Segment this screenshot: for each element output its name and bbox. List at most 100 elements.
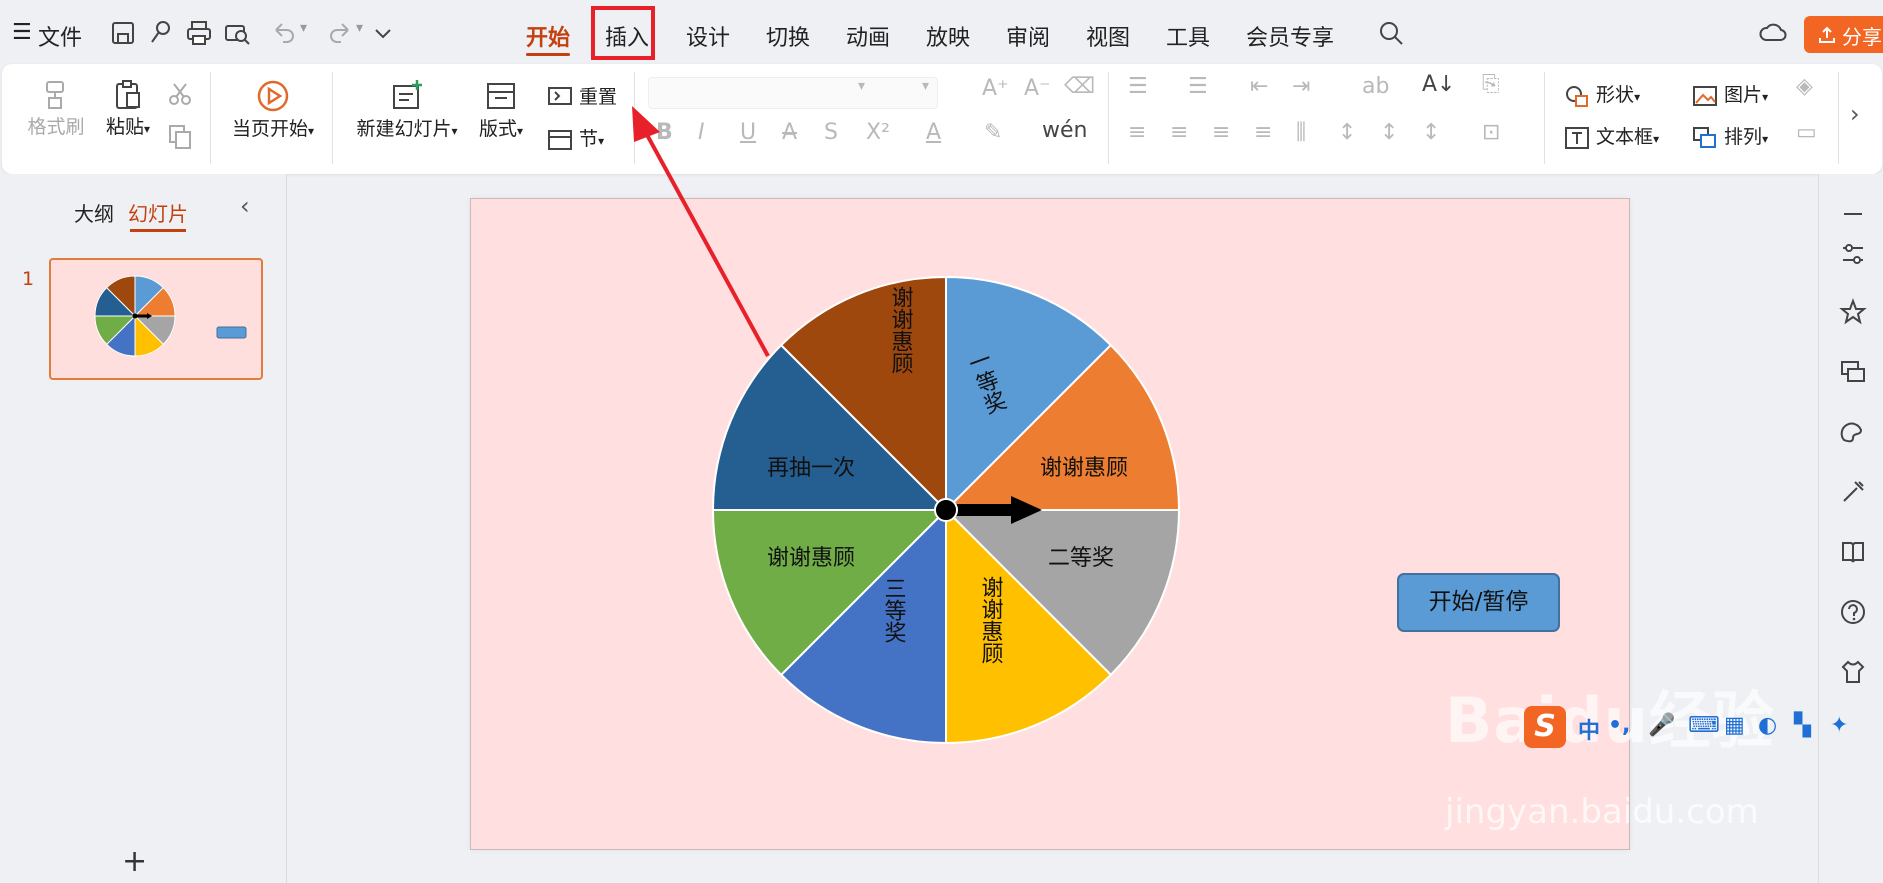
convert-icon[interactable]: ⎘ xyxy=(1482,72,1500,97)
comment-icon[interactable] xyxy=(1839,358,1867,386)
grid-menu-icon[interactable]: ▚ xyxy=(1794,713,1811,738)
paste-button[interactable]: 粘贴▾ xyxy=(98,78,158,139)
text-box-align-icon[interactable]: ⊡ xyxy=(1482,120,1500,145)
calendar-icon[interactable]: ▦ xyxy=(1724,713,1745,738)
tab-transition[interactable]: 切换 xyxy=(766,20,810,52)
cut-icon[interactable] xyxy=(166,80,194,108)
start-pause-button[interactable]: 开始/暂停 xyxy=(1397,573,1560,632)
add-slide-icon[interactable]: + xyxy=(122,844,147,879)
format-painter-icon xyxy=(46,81,64,109)
share-link-icon[interactable] xyxy=(146,18,176,48)
picture-button[interactable]: 图片▾ xyxy=(1692,80,1768,108)
redo-dropdown-icon[interactable]: ▾ xyxy=(356,20,363,36)
sogou-logo-icon[interactable]: S xyxy=(1524,706,1566,748)
undo-icon[interactable] xyxy=(268,18,298,48)
font-name-dropdown-icon[interactable]: ▾ xyxy=(858,78,865,94)
bullet-list-icon[interactable]: ☰ xyxy=(1128,74,1148,99)
collapse-panel-icon[interactable]: ‹ xyxy=(240,192,250,220)
tools-icon[interactable] xyxy=(1839,478,1867,506)
justify-icon[interactable]: ≡ xyxy=(1254,120,1272,145)
tab-view[interactable]: 视图 xyxy=(1086,20,1130,52)
print-preview-icon[interactable] xyxy=(222,18,252,48)
font-size-dropdown-icon[interactable]: ▾ xyxy=(922,78,929,94)
increase-font-icon[interactable]: A⁺ xyxy=(982,76,1009,101)
tab-tools[interactable]: 工具 xyxy=(1166,20,1210,52)
outline-icon[interactable]: ▭ xyxy=(1796,120,1817,145)
shape-label: 形状 xyxy=(1596,84,1635,106)
search-icon[interactable] xyxy=(1376,18,1406,48)
reset-button[interactable]: 重置 xyxy=(547,82,617,110)
ribbon-separator xyxy=(1108,72,1109,164)
tab-review[interactable]: 审阅 xyxy=(1006,20,1050,52)
ime-punctuation-icon[interactable]: •, xyxy=(1608,713,1630,738)
file-menu[interactable]: 文件 xyxy=(38,20,82,52)
paragraph-spacing-icon[interactable]: ↕ xyxy=(1380,120,1398,145)
arrange-label: 排列 xyxy=(1724,126,1763,148)
picture-label: 图片 xyxy=(1724,84,1763,106)
share-button[interactable]: 分享 xyxy=(1804,16,1883,53)
distribute-icon[interactable]: ⫼ xyxy=(1296,120,1306,145)
print-icon[interactable] xyxy=(184,18,214,48)
align-right-icon[interactable]: ≡ xyxy=(1212,120,1230,145)
phonetic-icon[interactable]: wén xyxy=(1042,118,1087,143)
shadow-text-icon[interactable]: S xyxy=(824,120,838,145)
slide-thumbnail[interactable] xyxy=(49,258,263,380)
decrease-font-icon[interactable]: A⁻ xyxy=(1024,76,1051,101)
wheel-label-thanks-2: 谢谢惠顾 xyxy=(979,576,1004,664)
wheel-label-thanks-4: 谢谢惠顾 xyxy=(889,286,914,374)
section-label: 节 xyxy=(579,128,599,150)
settings-icon[interactable]: ✦ xyxy=(1830,713,1848,738)
strikethrough-icon[interactable]: A xyxy=(782,120,797,145)
arrange-button[interactable]: 排列▾ xyxy=(1692,122,1768,150)
ribbon-expand-icon[interactable]: › xyxy=(1850,100,1860,128)
tab-member[interactable]: 会员专享 xyxy=(1246,20,1334,52)
shape-button[interactable]: 形状▾ xyxy=(1564,80,1640,108)
increase-indent-icon[interactable]: ⇥ xyxy=(1292,74,1310,99)
highlight-icon[interactable]: ✎ xyxy=(984,120,1002,145)
line-spacing-icon[interactable]: ↕ xyxy=(1338,120,1356,145)
more-chevron-icon[interactable] xyxy=(368,18,398,48)
keyboard-icon[interactable]: ⌨ xyxy=(1688,713,1720,738)
tab-slides[interactable]: 幻灯片 xyxy=(128,198,188,232)
help-icon[interactable] xyxy=(1839,598,1867,626)
copy-icon[interactable] xyxy=(166,122,194,150)
tab-animation[interactable]: 动画 xyxy=(846,20,890,52)
font-color-icon[interactable]: A xyxy=(926,120,941,145)
new-slide-label: 新建幻灯片 xyxy=(356,118,452,140)
new-slide-button[interactable]: 新建幻灯片▾ xyxy=(352,78,462,141)
text-direction-icon[interactable]: ab xyxy=(1362,74,1389,99)
star-icon[interactable] xyxy=(1839,298,1867,326)
vertical-align-icon[interactable]: ↕ xyxy=(1422,120,1440,145)
book-icon[interactable] xyxy=(1839,538,1867,566)
ime-mode[interactable]: 中 xyxy=(1578,713,1600,745)
tab-outline[interactable]: 大纲 xyxy=(74,198,114,227)
fill-icon[interactable]: ◈ xyxy=(1796,74,1813,99)
undo-dropdown-icon[interactable]: ▾ xyxy=(300,20,307,36)
tab-slideshow[interactable]: 放映 xyxy=(926,20,970,52)
shirt-icon[interactable] xyxy=(1839,658,1867,686)
start-from-current-button[interactable]: 当页开始▾ xyxy=(228,78,318,141)
align-left-icon[interactable]: ≡ xyxy=(1128,120,1146,145)
minimize-icon[interactable] xyxy=(1839,200,1867,228)
redo-icon[interactable] xyxy=(326,18,356,48)
textbox-button[interactable]: 文本框▾ xyxy=(1564,122,1659,150)
clear-format-icon[interactable]: ⌫ xyxy=(1064,74,1095,99)
format-painter-button[interactable]: 格式刷 xyxy=(26,78,86,139)
tab-design[interactable]: 设计 xyxy=(686,20,730,52)
superscript-icon[interactable]: X² xyxy=(866,120,890,145)
numbered-list-icon[interactable]: ☰ xyxy=(1188,74,1208,99)
align-center-icon[interactable]: ≡ xyxy=(1170,120,1188,145)
menu-icon[interactable]: ☰ xyxy=(12,20,32,45)
properties-icon[interactable] xyxy=(1839,240,1867,268)
tab-home[interactable]: 开始 xyxy=(526,20,571,56)
microphone-icon[interactable]: 🎤 xyxy=(1648,713,1675,738)
save-icon[interactable] xyxy=(108,18,138,48)
section-button[interactable]: 节▾ xyxy=(547,124,604,152)
section-icon xyxy=(548,129,572,150)
layout-button[interactable]: 版式▾ xyxy=(474,78,528,141)
cloud-icon[interactable] xyxy=(1758,18,1788,48)
decrease-indent-icon[interactable]: ⇤ xyxy=(1250,74,1268,99)
sort-icon[interactable]: A↓ xyxy=(1422,72,1455,97)
skin-icon[interactable]: ◐ xyxy=(1758,713,1777,738)
design-icon[interactable] xyxy=(1839,418,1867,446)
